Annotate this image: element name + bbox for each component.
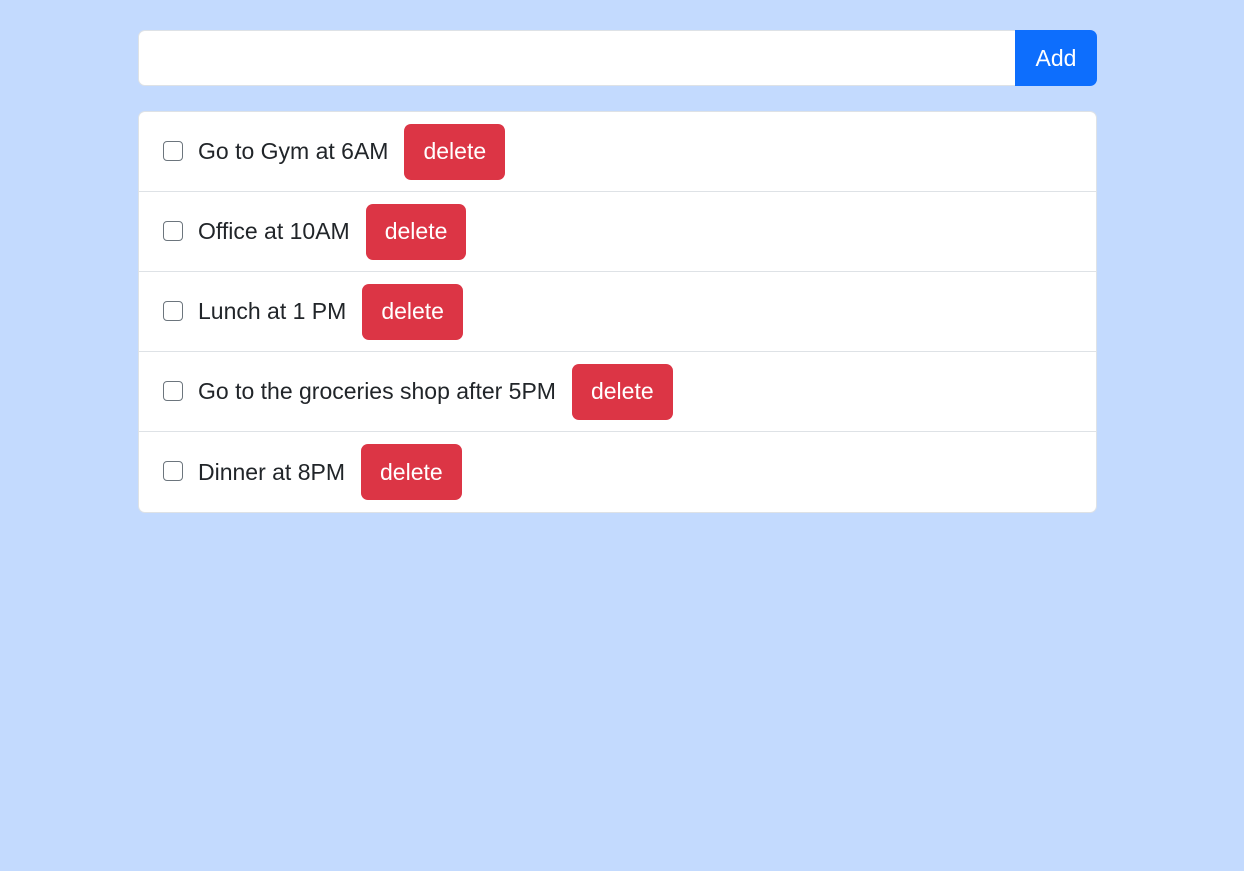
task-label: Go to Gym at 6AM <box>198 138 389 164</box>
task-label: Go to the groceries shop after 5PM <box>198 378 556 404</box>
task-checkbox[interactable] <box>163 380 183 401</box>
delete-button[interactable]: delete <box>361 444 462 500</box>
task-list: Go to Gym at 6AM delete Office at 10AM d… <box>138 111 1097 513</box>
task-item: Go to the groceries shop after 5PM delet… <box>139 352 1096 432</box>
task-checkbox[interactable] <box>163 461 183 481</box>
add-button[interactable]: Add <box>1015 30 1097 86</box>
delete-button[interactable]: delete <box>365 203 467 260</box>
task-checkbox[interactable] <box>163 300 183 321</box>
delete-button[interactable]: delete <box>571 363 673 420</box>
task-item: Office at 10AM delete <box>139 192 1096 272</box>
task-item: Go to Gym at 6AM delete <box>139 112 1096 192</box>
delete-button[interactable]: delete <box>404 123 506 180</box>
task-checkbox[interactable] <box>163 220 183 241</box>
task-checkbox[interactable] <box>163 140 183 161</box>
todo-app: Add Go to Gym at 6AM delete Office at 10… <box>138 30 1097 513</box>
task-label: Dinner at 8PM <box>198 458 346 485</box>
task-item: Dinner at 8PM delete <box>139 432 1096 512</box>
new-task-row: Add <box>138 30 1097 86</box>
delete-button[interactable]: delete <box>362 283 463 340</box>
task-item: Lunch at 1 PM delete <box>139 272 1096 352</box>
task-label: Office at 10AM <box>198 218 350 244</box>
task-label: Lunch at 1 PM <box>198 298 347 324</box>
new-task-input[interactable] <box>138 30 1015 86</box>
